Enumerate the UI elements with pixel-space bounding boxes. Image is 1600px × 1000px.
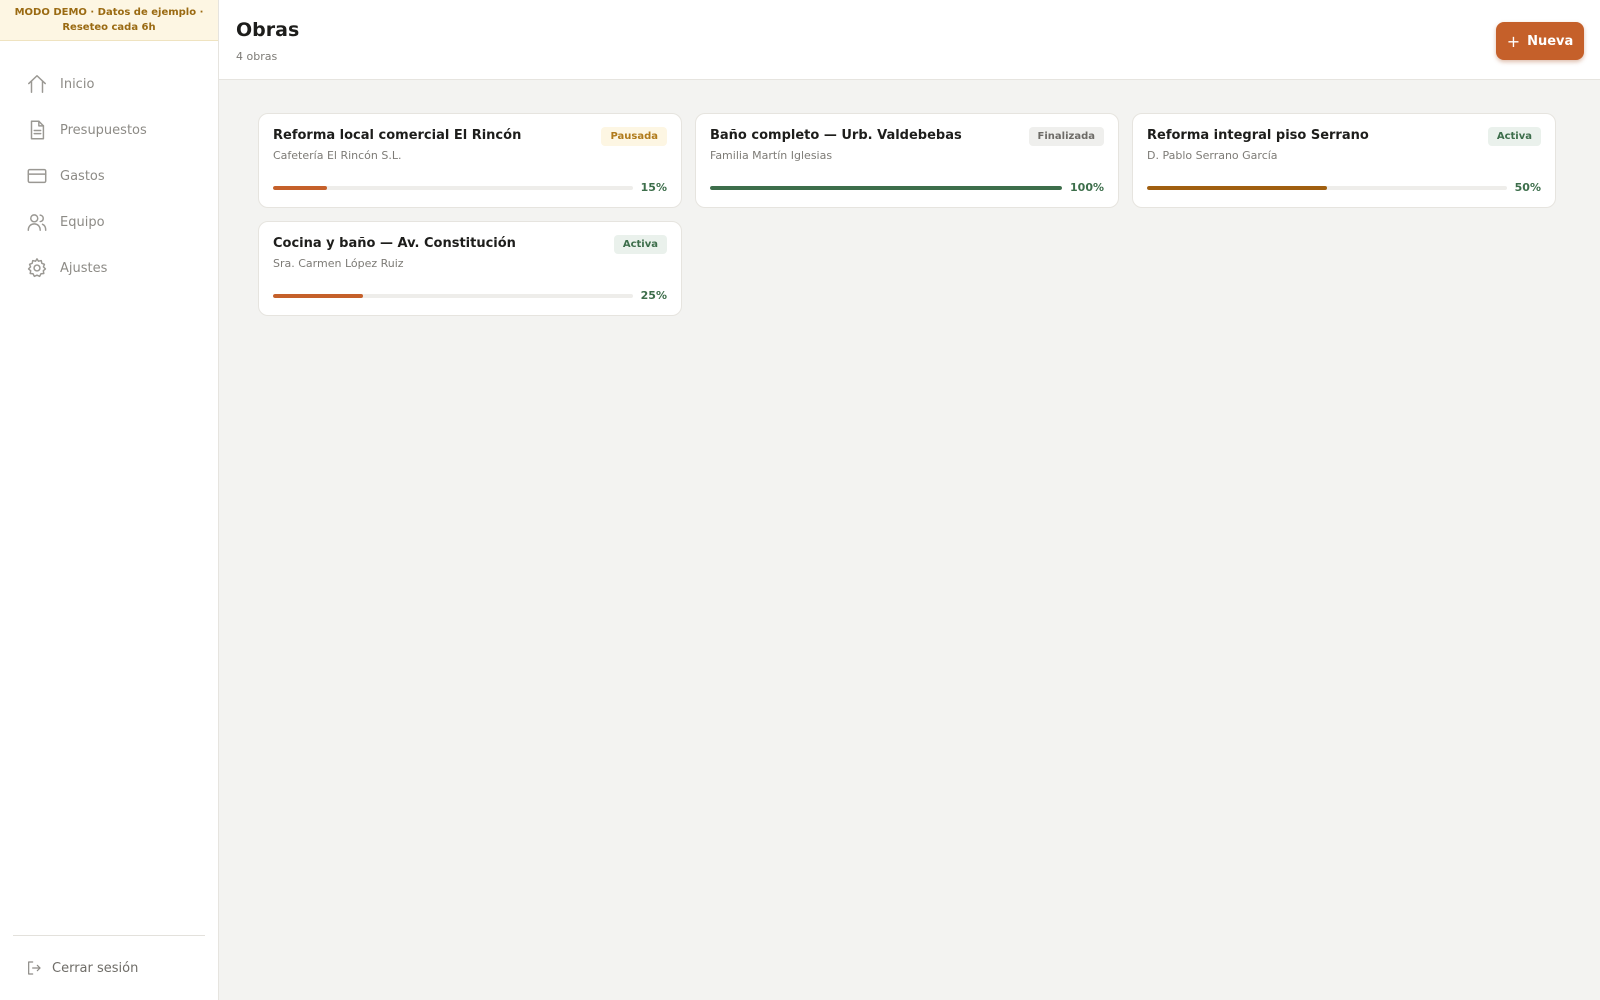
sidebar-item-label: Equipo	[60, 214, 105, 230]
sidebar-item-gastos[interactable]: Gastos	[0, 153, 218, 199]
sidebar-item-label: Ajustes	[60, 260, 108, 276]
page-header: Obras 4 obras + Nueva	[219, 0, 1600, 80]
logout-icon	[26, 960, 42, 976]
project-card[interactable]: Reforma integral piso Serrano D. Pablo S…	[1132, 113, 1556, 208]
page-subtitle: 4 obras	[236, 50, 278, 63]
sidebar-item-equipo[interactable]: Equipo	[0, 199, 218, 245]
page-title: Obras	[236, 19, 300, 41]
credit-card-icon	[26, 165, 48, 187]
sidebar-item-ajustes[interactable]: Ajustes	[0, 245, 218, 291]
progress-track	[710, 185, 1063, 190]
progress-fill	[710, 185, 1063, 190]
progress-track	[273, 293, 633, 298]
project-card[interactable]: Baño completo — Urb. Valdebebas Familia …	[695, 113, 1119, 208]
progress-percent: 50%	[1514, 181, 1541, 194]
progress-row: 50%	[1147, 181, 1541, 194]
home-icon	[26, 73, 48, 95]
document-icon	[26, 119, 48, 141]
gear-icon	[26, 257, 48, 279]
progress-row: 15%	[273, 181, 667, 194]
project-card[interactable]: Reforma local comercial El Rincón Cafete…	[258, 113, 682, 208]
status-badge: Activa	[613, 235, 667, 254]
progress-track	[1147, 185, 1507, 190]
progress-fill	[273, 185, 327, 190]
demo-mode-banner: MODO DEMO · Datos de ejemplo · Reseteo c…	[0, 0, 218, 41]
main-area: Obras 4 obras + Nueva Reforma local come…	[219, 0, 1600, 1000]
users-icon	[26, 211, 48, 233]
progress-row: 25%	[273, 289, 667, 302]
project-client: Sra. Carmen López Ruiz	[273, 257, 404, 270]
project-card[interactable]: Cocina y baño — Av. Constitución Sra. Ca…	[258, 221, 682, 316]
project-title: Reforma integral piso Serrano	[1147, 128, 1369, 143]
app-root: MODO DEMO · Datos de ejemplo · Reseteo c…	[0, 0, 1600, 1000]
sidebar-footer: Cerrar sesión	[0, 935, 218, 1000]
project-client: Familia Martín Iglesias	[710, 149, 833, 162]
logout-button[interactable]: Cerrar sesión	[0, 936, 218, 1000]
progress-percent: 25%	[640, 289, 667, 302]
sidebar-item-label: Inicio	[60, 76, 95, 92]
progress-row: 100%	[710, 181, 1104, 194]
demo-banner-line1: MODO DEMO · Datos de ejemplo ·	[14, 7, 204, 18]
sidebar-item-inicio[interactable]: Inicio	[0, 61, 218, 107]
sidebar: MODO DEMO · Datos de ejemplo · Reseteo c…	[0, 0, 219, 1000]
plus-icon: +	[1506, 31, 1521, 51]
logout-label: Cerrar sesión	[52, 960, 139, 976]
progress-fill	[273, 293, 363, 298]
progress-fill	[1147, 185, 1327, 190]
demo-banner-line2: Reseteo cada 6h	[62, 22, 156, 33]
project-client: D. Pablo Serrano García	[1147, 149, 1278, 162]
progress-track	[273, 185, 633, 190]
project-client: Cafetería El Rincón S.L.	[273, 149, 402, 162]
progress-percent: 100%	[1070, 181, 1104, 194]
sidebar-item-label: Gastos	[60, 168, 105, 184]
sidebar-item-presupuestos[interactable]: Presupuestos	[0, 107, 218, 153]
progress-percent: 15%	[640, 181, 667, 194]
status-badge: Pausada	[601, 127, 667, 146]
status-badge: Activa	[1487, 127, 1541, 146]
sidebar-nav: Inicio Presupuestos Gastos Equipo Ajuste…	[0, 41, 218, 291]
project-title: Cocina y baño — Av. Constitución	[273, 236, 516, 251]
projects-content: Reforma local comercial El Rincón Cafete…	[219, 80, 1600, 349]
status-badge: Finalizada	[1028, 127, 1104, 146]
new-obra-button[interactable]: + Nueva	[1496, 22, 1584, 60]
sidebar-item-label: Presupuestos	[60, 122, 147, 138]
new-button-label: Nueva	[1527, 33, 1574, 49]
projects-grid: Reforma local comercial El Rincón Cafete…	[258, 113, 1561, 316]
